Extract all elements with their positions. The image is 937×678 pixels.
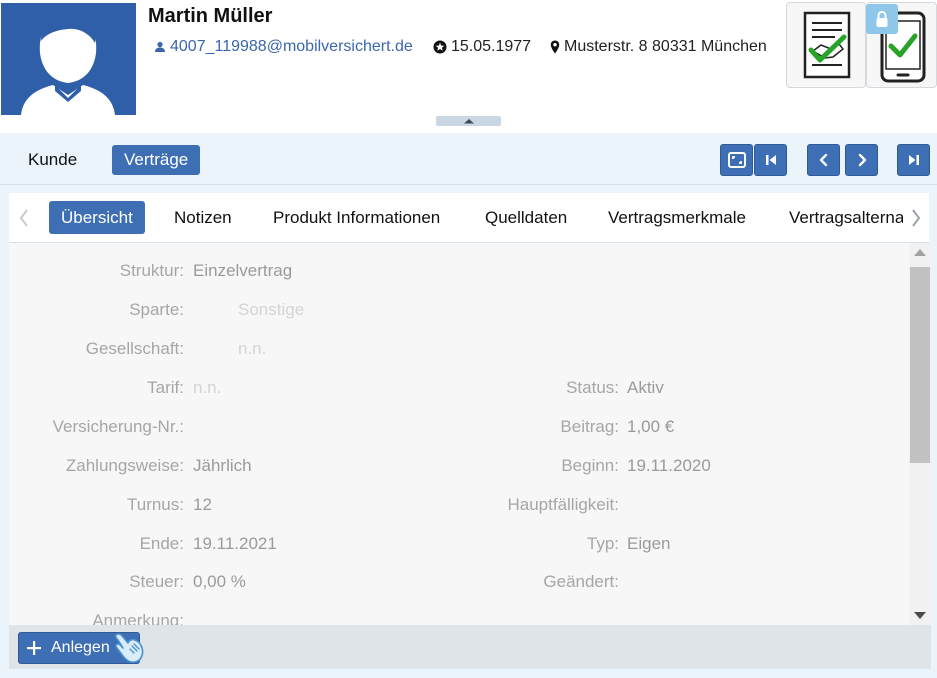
email-text[interactable]: 4007_119988@mobilversichert.de [170, 38, 413, 56]
detail-tabs: Übersicht Notizen Produkt Informationen … [9, 193, 929, 243]
skip-last-icon [908, 155, 919, 165]
tab-produkt-informationen[interactable]: Produkt Informationen [261, 201, 452, 234]
steuer-value: 0,00 % [193, 572, 246, 591]
tarif-label: Tarif: [147, 378, 184, 397]
customer-name: Martin Müller [148, 5, 273, 27]
details-scrollbar[interactable] [909, 243, 931, 625]
contract-details: Struktur: Einzelvertrag Sparte: Sonstige… [9, 243, 909, 625]
address-text: Musterstr. 8 80331 München [564, 38, 767, 55]
last-record-button[interactable] [897, 144, 930, 176]
contracts-panel: Kunde Verträge Übersicht Notizen Produkt… [0, 133, 937, 678]
ende-value: 19.11.2021 [193, 534, 277, 553]
typ-value: Eigen [627, 534, 671, 553]
tab-notizen[interactable]: Notizen [162, 201, 244, 234]
tabs-scroll-left[interactable] [15, 206, 33, 230]
caret-up-icon [463, 119, 474, 124]
tab-vertraege[interactable]: Verträge [112, 145, 201, 175]
beitrag-label: Beitrag: [560, 417, 619, 436]
ende-label: Ende: [139, 534, 184, 553]
customer-email[interactable]: 4007_119988@mobilversichert.de [154, 38, 413, 56]
zahlungsweise-value: Jährlich [193, 456, 252, 475]
tab-kunde[interactable]: Kunde [16, 145, 89, 175]
person-icon [155, 41, 165, 52]
turnus-value: 12 [193, 495, 212, 514]
lock-icon [866, 4, 898, 34]
pointing-hand-icon [114, 633, 144, 663]
skip-first-icon [765, 155, 776, 165]
gesellschaft-label: Gesellschaft: [85, 339, 184, 358]
expand-icon [727, 152, 746, 168]
user-silhouette-icon [21, 13, 115, 115]
fullscreen-button[interactable] [720, 144, 753, 176]
turnus-label: Turnus: [126, 495, 184, 514]
avatar [1, 3, 136, 115]
gesellschaft-value: n.n. [238, 339, 267, 358]
scroll-thumb[interactable] [910, 267, 930, 463]
customer-address: Musterstr. 8 80331 München [550, 38, 767, 56]
tab-quelldaten[interactable]: Quelldaten [473, 201, 579, 234]
chevron-left-icon [819, 153, 827, 167]
status-value: Aktiv [627, 378, 664, 397]
details-footer: Anlegen [9, 625, 931, 669]
contract-handshake-icon [803, 11, 851, 79]
sparte-label: Sparte: [129, 300, 184, 319]
struktur-label: Struktur: [119, 261, 184, 280]
typ-label: Typ: [586, 534, 619, 553]
birthdate-text: 15.05.1977 [451, 38, 532, 55]
steuer-label: Steuer: [129, 572, 184, 591]
plus-icon [27, 641, 41, 655]
anmerkung-label: Anmerkung: [92, 611, 184, 625]
beitrag-value: 1,00 € [627, 417, 675, 436]
scroll-down-arrow-icon[interactable] [914, 612, 926, 619]
star-circle-icon [433, 40, 447, 54]
status-label: Status: [566, 378, 619, 397]
versicherung-label: Versicherung-Nr.: [52, 417, 184, 436]
tabs-scroll-right[interactable] [907, 206, 925, 230]
hauptfaelligkeit-label: Hauptfälligkeit: [507, 495, 619, 514]
contract-signed-button[interactable] [786, 2, 866, 88]
customer-birthdate: 15.05.1977 [433, 38, 531, 56]
previous-record-button[interactable] [807, 144, 840, 176]
scroll-up-arrow-icon[interactable] [914, 249, 926, 256]
sparte-value: Sonstige [238, 300, 305, 319]
chevron-right-icon [912, 209, 921, 227]
struktur-value: Einzelvertrag [193, 261, 293, 280]
collapse-header-handle[interactable] [436, 116, 501, 126]
chevron-right-icon [858, 153, 866, 167]
map-pin-icon [550, 40, 560, 54]
tab-vertragsmerkmale[interactable]: Vertragsmerkmale [596, 201, 758, 234]
tarif-value: n.n. [193, 378, 222, 397]
zahlungsweise-label: Zahlungsweise: [65, 456, 184, 475]
beginn-label: Beginn: [561, 456, 619, 475]
customer-header: Martin Müller 4007_119988@mobilversicher… [0, 0, 937, 128]
tab-vertragsalternativen[interactable]: Vertragsalterna [777, 201, 903, 234]
chevron-left-icon [19, 209, 28, 227]
tab-uebersicht[interactable]: Übersicht [49, 201, 145, 234]
next-record-button[interactable] [845, 144, 878, 176]
geaendert-label: Geändert: [543, 572, 619, 591]
first-record-button[interactable] [754, 144, 787, 176]
beginn-value: 19.11.2020 [627, 456, 711, 475]
add-button-label: Anlegen [51, 639, 110, 656]
main-toolbar: Kunde Verträge [0, 133, 937, 185]
